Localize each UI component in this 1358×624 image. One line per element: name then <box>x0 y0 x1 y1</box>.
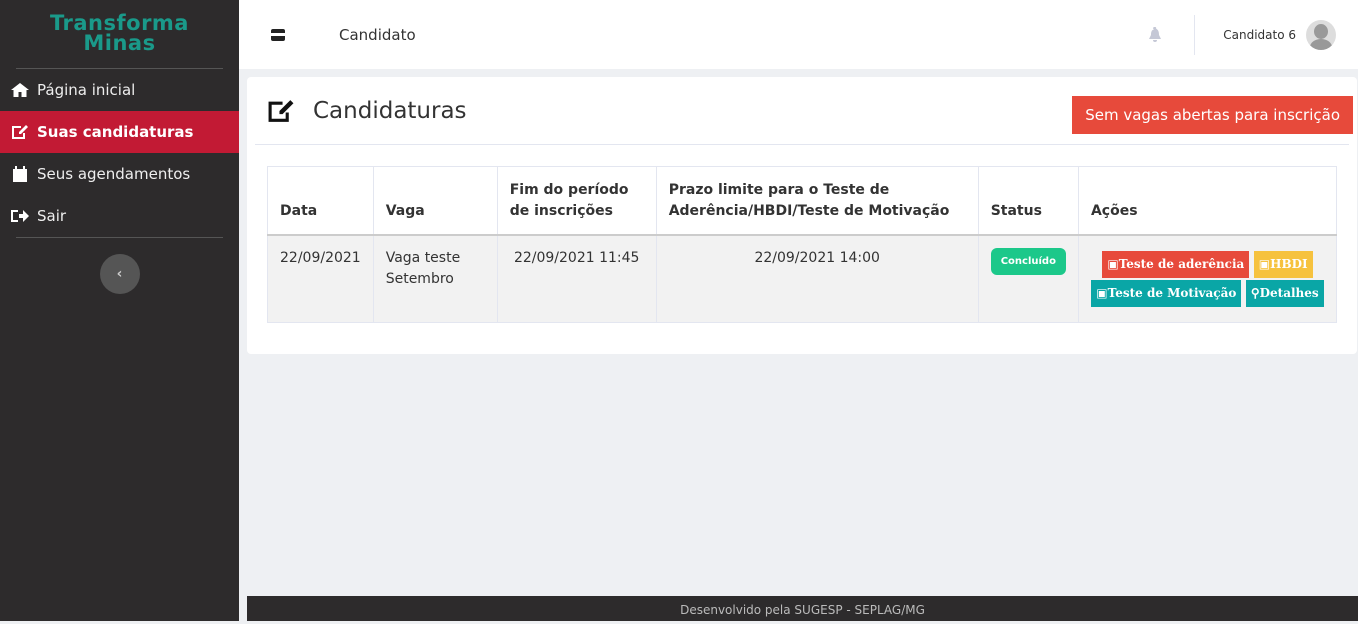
header-data: Data <box>267 166 374 236</box>
logo-line1: Transforma <box>50 11 189 35</box>
sidebar-item-home[interactable]: Página inicial <box>0 69 239 111</box>
topbar-title: Candidato <box>339 25 416 44</box>
hbdi-button[interactable]: ▣HBDI <box>1253 250 1313 278</box>
header-status: Status <box>977 166 1079 236</box>
footer: Desenvolvido pela SUGESP - SEPLAG/MG <box>247 596 1358 621</box>
teste-motivacao-button[interactable]: ▣Teste de Motivação <box>1091 279 1242 307</box>
cell-prazo: 22/09/2021 14:00 <box>655 234 979 323</box>
edit-icon <box>12 125 28 139</box>
cell-vaga: Vaga teste Setembro <box>372 234 498 323</box>
calendar-check-icon: ▣ <box>1258 256 1271 271</box>
cell-fim: 22/09/2021 11:45 <box>496 234 657 323</box>
calendar-check-icon: ▣ <box>1096 285 1108 300</box>
no-openings-button[interactable]: Sem vagas abertas para inscrição <box>1072 95 1353 134</box>
button-label: Detalhes <box>1259 285 1319 300</box>
avatar[interactable] <box>1306 19 1336 50</box>
status-badge: Concluído <box>990 247 1066 275</box>
button-label: HBDI <box>1270 256 1308 271</box>
sidebar-item-label: Página inicial <box>37 81 136 99</box>
sidebar: Transforma Minas Página inicial Suas cand… <box>0 0 239 621</box>
logo[interactable]: Transforma Minas <box>0 0 239 55</box>
calendar-check-icon: ▣ <box>1107 256 1119 271</box>
header-prazo: Prazo limite para o Teste de Aderência/H… <box>655 166 979 236</box>
sidebar-collapse-button[interactable]: ‹ <box>99 254 140 294</box>
edit-icon <box>268 99 294 122</box>
logo-line2: Minas <box>83 31 156 55</box>
cell-status: Concluído <box>977 234 1079 323</box>
menu-toggle-icon[interactable] <box>271 28 285 41</box>
button-label: Teste de aderência <box>1118 256 1245 271</box>
calendar-icon <box>13 166 27 182</box>
sidebar-item-sair[interactable]: Sair <box>0 195 239 237</box>
cell-data: 22/09/2021 <box>267 234 374 323</box>
topbar: Candidato Candidato 6 <box>239 0 1358 69</box>
divider <box>1194 14 1196 55</box>
sidebar-item-label: Sair <box>37 207 67 225</box>
cell-acoes: ▣Teste de aderência ▣HBDI ▣Teste de Moti… <box>1077 234 1338 323</box>
user-name[interactable]: Candidato 6 <box>1223 28 1296 42</box>
header-vaga: Vaga <box>372 166 498 236</box>
table-row: 22/09/2021 Vaga teste Setembro 22/09/202… <box>267 234 1338 323</box>
candidaturas-card: Candidaturas Sem vagas abertas para insc… <box>247 77 1357 354</box>
bell-icon[interactable] <box>1148 26 1162 43</box>
home-icon <box>11 83 29 97</box>
chevron-left-icon: ‹ <box>116 266 123 282</box>
search-icon: ⚲ <box>1250 285 1260 300</box>
sidebar-item-candidaturas[interactable]: Suas candidaturas <box>0 111 239 153</box>
sign-out-icon <box>11 210 29 222</box>
sidebar-item-agendamentos[interactable]: Seus agendamentos <box>0 153 239 195</box>
detalhes-button[interactable]: ⚲Detalhes <box>1245 279 1324 307</box>
divider <box>16 237 223 238</box>
page-title: Candidaturas <box>313 97 467 124</box>
sidebar-item-label: Seus agendamentos <box>37 165 191 183</box>
header-acoes: Ações <box>1077 166 1338 236</box>
candidaturas-table: Data Vaga Fim do período de inscrições P… <box>267 166 1338 323</box>
button-label: Teste de Motivação <box>1107 285 1237 300</box>
teste-aderencia-button[interactable]: ▣Teste de aderência <box>1102 250 1250 278</box>
sidebar-item-label: Suas candidaturas <box>37 123 194 141</box>
header-fim: Fim do período de inscrições <box>496 166 657 236</box>
